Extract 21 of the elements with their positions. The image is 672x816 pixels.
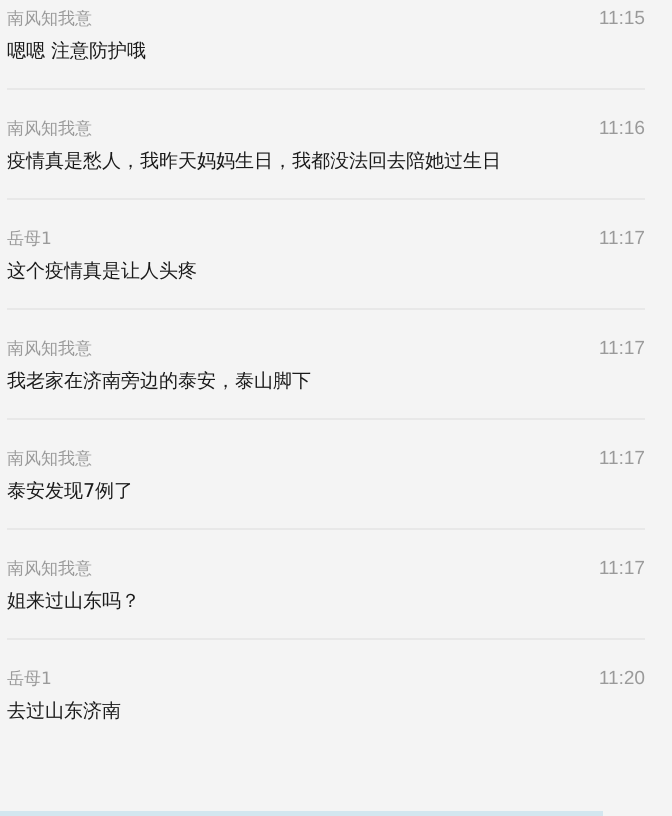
message-time: 11:17 bbox=[598, 557, 645, 581]
sender-name: 南风知我意 bbox=[7, 558, 92, 581]
message-time: 11:15 bbox=[598, 7, 645, 31]
sender-name: 岳母1 bbox=[7, 228, 52, 251]
sender-name: 南风知我意 bbox=[7, 8, 92, 31]
message-text: 这个疫情真是让人头疼 bbox=[7, 259, 198, 284]
message-text: 嗯嗯 注意防护哦 bbox=[7, 39, 148, 64]
message-time: 11:17 bbox=[598, 447, 645, 471]
message-time: 11:16 bbox=[598, 117, 645, 141]
message-time: 11:20 bbox=[598, 667, 645, 691]
sender-name: 南风知我意 bbox=[7, 118, 92, 141]
sender-name: 南风知我意 bbox=[7, 448, 92, 471]
message-time: 11:17 bbox=[598, 227, 645, 251]
sender-name: 南风知我意 bbox=[7, 338, 92, 361]
message-text: 去过山东济南 bbox=[7, 699, 122, 724]
message-text: 姐来过山东吗？ bbox=[7, 589, 141, 614]
message-text: 泰安发现7例了 bbox=[7, 479, 134, 504]
sender-name: 岳母1 bbox=[7, 668, 52, 691]
message-text: 疫情真是愁人，我昨天妈妈生日，我都没法回去陪她过生日 bbox=[7, 149, 502, 174]
message-time: 11:17 bbox=[598, 337, 645, 361]
message-text: 我老家在济南旁边的泰安，泰山脚下 bbox=[7, 369, 312, 394]
